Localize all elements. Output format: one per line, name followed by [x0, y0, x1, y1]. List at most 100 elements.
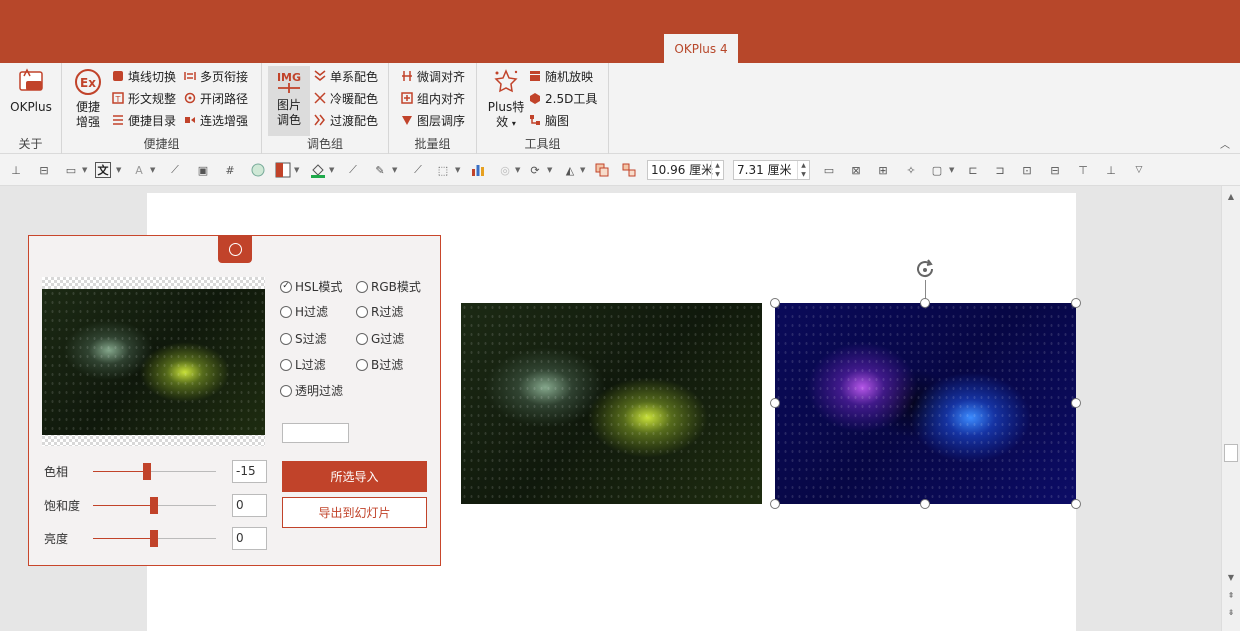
edit-shape-icon[interactable]: ✎ — [372, 162, 388, 178]
chevron-down-icon[interactable]: ▼ — [329, 166, 334, 174]
merge-shapes-icon[interactable]: ◎ — [497, 162, 513, 178]
open-close-path-button[interactable]: 开闭路径 — [184, 88, 248, 108]
chevron-down-icon[interactable]: ▼ — [82, 166, 87, 174]
brightness-slider-thumb[interactable] — [150, 530, 158, 547]
eyedropper-icon[interactable]: ⟋ — [410, 162, 426, 178]
prev-slide-icon[interactable]: ⇞ — [1222, 589, 1240, 603]
align-middle-icon[interactable]: ⊟ — [1047, 162, 1063, 178]
radio-s-filter[interactable]: S过滤 — [280, 330, 327, 347]
align-icon[interactable]: ⊥ — [8, 162, 24, 178]
tab-okplus4[interactable]: OKPlus 4 — [664, 34, 738, 63]
mindmap-button[interactable]: 脑图 — [529, 110, 569, 130]
text-icon[interactable]: 文 — [95, 162, 111, 178]
gradient-color-button[interactable]: 过渡配色 — [314, 110, 378, 130]
flip-icon[interactable]: ◭ — [562, 162, 578, 178]
resize-handle-bottom-left[interactable] — [770, 499, 780, 509]
ungroup-icon[interactable] — [621, 162, 637, 178]
textbox-icon[interactable]: ▭ — [63, 162, 79, 178]
radio-l-filter[interactable]: L过滤 — [280, 356, 326, 373]
vertical-scrollbar[interactable]: ▲ ▼ ⇞ ⇟ — [1221, 186, 1240, 631]
resize-handle-left[interactable] — [770, 398, 780, 408]
export-to-slide-button[interactable]: 导出到幻灯片 — [282, 497, 427, 528]
plus-effects-button[interactable]: Plus特 效 ▾ — [485, 67, 527, 131]
quick-toc-button[interactable]: 便捷目录 — [112, 110, 176, 130]
fill-line-toggle-button[interactable]: 填线切换 — [112, 66, 176, 86]
align-top-icon[interactable]: ⊤ — [1075, 162, 1091, 178]
image-color-button[interactable]: IMG 图片 调色 — [268, 66, 310, 136]
chevron-down-icon[interactable]: ▼ — [515, 166, 520, 174]
fill-color-icon[interactable] — [275, 162, 291, 178]
chevron-down-icon[interactable]: ▼ — [150, 166, 155, 174]
shortcut-enhance-button[interactable]: Ex 便捷 增强 — [70, 67, 106, 130]
brightness-value-input[interactable]: 0 — [232, 527, 267, 550]
resize-handle-bottom-right[interactable] — [1071, 499, 1081, 509]
radio-alpha-filter[interactable]: 透明过滤 — [280, 382, 343, 399]
chevron-down-icon[interactable]: ▼ — [547, 166, 552, 174]
saturation-slider[interactable] — [93, 497, 216, 514]
radio-r-filter[interactable]: R过滤 — [356, 303, 403, 320]
radio-h-filter[interactable]: H过滤 — [280, 303, 328, 320]
eyedropper-icon[interactable]: ⟋ — [167, 162, 183, 178]
random-show-button[interactable]: 随机放映 — [529, 66, 593, 86]
resize-handle-right[interactable] — [1071, 398, 1081, 408]
saturation-slider-thumb[interactable] — [150, 497, 158, 514]
hue-value-input[interactable]: -15 — [232, 460, 267, 483]
paint-bucket-icon[interactable] — [310, 162, 326, 178]
radio-g-filter[interactable]: G过滤 — [356, 330, 404, 347]
color-swatch-input[interactable] — [282, 423, 349, 443]
multipage-link-button[interactable]: 多页衔接 — [184, 66, 248, 86]
align-right-icon[interactable]: ⊐ — [992, 162, 1008, 178]
scroll-down-icon[interactable]: ▼ — [1222, 571, 1240, 585]
align-center-icon[interactable]: ⊡ — [1019, 162, 1035, 178]
shape-circle-icon[interactable] — [250, 162, 266, 178]
width-spinner-icon[interactable]: ▲ ▼ — [711, 161, 723, 179]
collapse-ribbon-icon[interactable]: ︿ — [1220, 136, 1230, 151]
magic-icon[interactable]: ✧ — [903, 162, 919, 178]
resize-handle-top-right[interactable] — [1071, 298, 1081, 308]
font-color-icon[interactable]: A — [131, 162, 147, 178]
chevron-down-icon[interactable]: ▼ — [392, 166, 397, 174]
next-slide-icon[interactable]: ⇟ — [1222, 606, 1240, 620]
slide-size-icon[interactable]: ▭ — [821, 162, 837, 178]
saturation-value-input[interactable]: 0 — [232, 494, 267, 517]
height-input[interactable]: 7.31 厘米 ▲ ▼ — [733, 160, 810, 180]
resize-handle-top-left[interactable] — [770, 298, 780, 308]
rotate-handle-icon[interactable] — [914, 259, 938, 281]
frame-icon[interactable]: ▢ — [929, 162, 945, 178]
picture-icon[interactable]: ▣ — [195, 162, 211, 178]
panel-close-tab[interactable] — [218, 235, 252, 263]
mono-color-button[interactable]: 单系配色 — [314, 66, 378, 86]
import-selected-button[interactable]: 所选导入 — [282, 461, 427, 492]
align-left-icon[interactable]: ⊏ — [965, 162, 981, 178]
scroll-thumb[interactable] — [1224, 444, 1238, 462]
chevron-down-icon[interactable]: ▼ — [580, 166, 585, 174]
bar-chart-icon[interactable] — [470, 162, 486, 178]
more-options-icon[interactable]: ▽ — [1131, 162, 1147, 178]
width-input[interactable]: 10.96 厘米 ▲ ▼ — [647, 160, 724, 180]
bring-forward-icon[interactable]: ⬚ — [435, 162, 451, 178]
resize-handle-top[interactable] — [920, 298, 930, 308]
hue-slider[interactable] — [93, 463, 216, 480]
chevron-down-icon[interactable]: ▼ — [294, 166, 299, 174]
group-align-button[interactable]: 组内对齐 — [401, 88, 465, 108]
hue-slider-thumb[interactable] — [143, 463, 151, 480]
fine-align-button[interactable]: 微调对齐 — [401, 66, 465, 86]
rotate-icon[interactable]: ⟳ — [527, 162, 543, 178]
recolored-image[interactable] — [775, 303, 1076, 504]
tool-2-5d-button[interactable]: 2.5D工具 — [529, 88, 597, 108]
scroll-up-icon[interactable]: ▲ — [1222, 190, 1240, 204]
multi-select-enhance-button[interactable]: 连选增强 — [184, 110, 248, 130]
brightness-slider[interactable] — [93, 530, 216, 547]
crop-icon[interactable]: # — [222, 162, 238, 178]
okplus-button[interactable]: OKPlus — [8, 67, 54, 115]
warm-cool-color-button[interactable]: 冷暖配色 — [314, 88, 378, 108]
align-bottom-icon[interactable]: ⊥ — [1103, 162, 1119, 178]
original-image[interactable] — [461, 303, 762, 504]
radio-hsl-mode[interactable]: ✓ HSL模式 — [280, 278, 342, 295]
resize-handle-bottom[interactable] — [920, 499, 930, 509]
radio-b-filter[interactable]: B过滤 — [356, 356, 403, 373]
close-box-icon[interactable]: ⊠ — [848, 162, 864, 178]
shape-text-normalize-button[interactable]: T 形文规整 — [112, 88, 176, 108]
chevron-down-icon[interactable]: ▼ — [116, 166, 121, 174]
layer-order-button[interactable]: 图层调序 — [401, 110, 465, 130]
